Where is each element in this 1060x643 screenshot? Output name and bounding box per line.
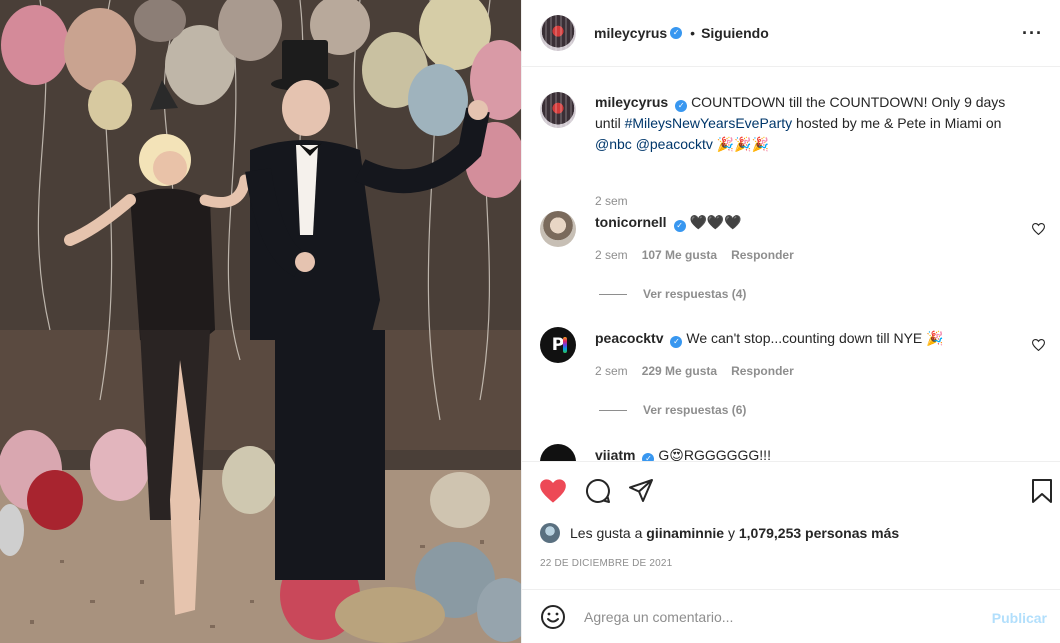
- caption-text-b: hosted by me & Pete in Miami on: [792, 115, 1002, 131]
- like-comment-heart-icon[interactable]: [1032, 339, 1045, 351]
- likes-count[interactable]: 1,079,253 personas más: [739, 525, 899, 541]
- likes-middle: y: [727, 525, 735, 541]
- emoji-icon[interactable]: [540, 604, 566, 630]
- post-header: mileycyrus ✓ • Siguiendo ···: [522, 0, 1060, 67]
- more-horizontal-icon[interactable]: ···: [1022, 23, 1043, 44]
- post-details-panel: mileycyrus ✓ • Siguiendo ··· mileycyrus ✓…: [521, 0, 1060, 643]
- verified-badge-icon: ✓: [670, 336, 683, 348]
- replies-divider: [599, 409, 627, 411]
- caption-meta: 2 sem: [595, 194, 628, 208]
- mention-peacocktv[interactable]: @peacocktv: [636, 136, 713, 152]
- comment-meta: 2 sem 107 Me gusta Responder: [595, 248, 794, 262]
- comment-icon[interactable]: [585, 478, 611, 504]
- post-photo[interactable]: [0, 0, 521, 643]
- view-replies-button[interactable]: Ver respuestas (4): [599, 287, 746, 301]
- commenter-avatar[interactable]: P: [540, 327, 576, 363]
- view-replies-label: Ver respuestas (4): [643, 287, 747, 301]
- comment-text: We can't stop...counting down till NYE 🎉: [686, 330, 944, 346]
- caption-text: mileycyrus ✓ COUNTDOWN till the COUNTDOWN…: [595, 92, 1025, 155]
- comment-time[interactable]: 2 sem: [595, 248, 628, 262]
- likes-summary: Les gusta a giinaminnie y 1,079,253 pers…: [540, 523, 899, 543]
- author-avatar[interactable]: [540, 15, 576, 51]
- following-button[interactable]: Siguiendo: [701, 25, 769, 41]
- comments-list[interactable]: mileycyrus ✓ COUNTDOWN till the COUNTDOWN…: [522, 68, 1060, 461]
- action-bar: [522, 461, 1060, 521]
- mention-nbc[interactable]: @nbc: [595, 136, 632, 152]
- comment-text: 🖤🖤🖤: [689, 214, 742, 230]
- commenter-avatar[interactable]: [540, 211, 576, 247]
- comment-body: viiatm ✓ G😍RGGGGGG!!!: [595, 445, 1025, 461]
- author-username[interactable]: mileycyrus: [594, 25, 667, 41]
- commenter-username[interactable]: viiatm: [595, 447, 635, 461]
- commenter-username[interactable]: peacocktv: [595, 330, 663, 346]
- verified-badge-icon: ✓: [673, 220, 686, 232]
- comment-body: peacocktv ✓ We can't stop...counting down…: [595, 328, 1025, 349]
- hashtag-link[interactable]: #MileysNewYearsEveParty: [625, 115, 793, 131]
- bookmark-icon[interactable]: [1031, 478, 1053, 504]
- likes-prefix: Les gusta a: [570, 525, 643, 541]
- comment-like-count[interactable]: 229 Me gusta: [642, 364, 717, 378]
- verified-badge-icon: ✓: [670, 27, 683, 39]
- view-replies-label: Ver respuestas (6): [643, 403, 747, 417]
- replies-divider: [599, 293, 627, 295]
- add-comment-bar: Publicar: [522, 589, 1060, 643]
- liker-avatar[interactable]: [540, 523, 560, 543]
- like-comment-heart-icon[interactable]: [1032, 223, 1045, 235]
- separator-dot: •: [690, 25, 696, 41]
- comment-like-count[interactable]: 107 Me gusta: [642, 248, 717, 262]
- verified-badge-icon: ✓: [675, 100, 688, 112]
- comment-input[interactable]: [584, 608, 974, 625]
- like-heart-icon[interactable]: [539, 478, 567, 504]
- caption-username[interactable]: mileycyrus: [595, 94, 668, 110]
- comment-meta: 2 sem 229 Me gusta Responder: [595, 364, 794, 378]
- party-photo-illustration: [0, 0, 521, 643]
- view-replies-button[interactable]: Ver respuestas (6): [599, 403, 746, 417]
- reply-button[interactable]: Responder: [731, 364, 794, 378]
- caption-emoji: 🎉🎉🎉: [716, 136, 770, 152]
- verified-badge-icon: ✓: [642, 453, 655, 461]
- publish-button[interactable]: Publicar: [992, 610, 1047, 626]
- comment-text: G😍RGGGGGG!!!: [658, 447, 771, 461]
- share-icon[interactable]: [628, 478, 654, 504]
- liker-username[interactable]: giinaminnie: [646, 525, 724, 541]
- commenter-avatar[interactable]: [540, 444, 576, 461]
- comment-time[interactable]: 2 sem: [595, 364, 628, 378]
- caption-time[interactable]: 2 sem: [595, 194, 628, 208]
- reply-button[interactable]: Responder: [731, 248, 794, 262]
- commenter-username[interactable]: tonicornell: [595, 214, 667, 230]
- comment-body: tonicornell ✓ 🖤🖤🖤: [595, 212, 1025, 233]
- post-date[interactable]: 22 DE DICIEMBRE DE 2021: [540, 558, 672, 569]
- caption-avatar[interactable]: [540, 92, 576, 128]
